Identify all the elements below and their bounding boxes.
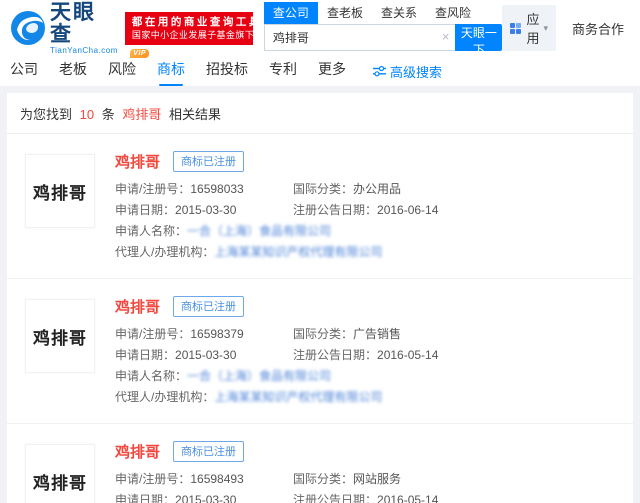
apps-label: 应用 bbox=[526, 9, 539, 47]
nav-item-risk-label: 风险 bbox=[108, 61, 136, 77]
trademark-card-body: 鸡排哥 商标已注册 申请/注册号：16598379 国际分类：广告销售 申请日期… bbox=[115, 296, 438, 408]
app-date-value: 2015-03-30 bbox=[175, 493, 236, 503]
tianyancha-logo-icon bbox=[10, 10, 46, 46]
summary-prefix: 为您找到 bbox=[20, 107, 72, 122]
caret-down-icon: ▾ bbox=[543, 23, 548, 34]
reg-no-label: 申请/注册号： bbox=[115, 182, 190, 196]
sliders-icon bbox=[373, 65, 386, 77]
summary-keyword: 鸡排哥 bbox=[122, 107, 161, 122]
tianyancha-logo[interactable]: 天眼查 TianYanCha.com bbox=[10, 2, 118, 55]
applicant-link-redacted[interactable]: 一合（上海）食品有限公司 bbox=[187, 224, 331, 238]
trademark-title-link[interactable]: 鸡排哥 bbox=[115, 441, 160, 462]
trademark-card-body: 鸡排哥 商标已注册 申请/注册号：16598493 国际分类：网站服务 申请日期… bbox=[115, 441, 438, 503]
trademark-image[interactable]: 鸡排哥 bbox=[25, 299, 95, 373]
header-right: 应用 ▾ 商务合作 bbox=[502, 5, 632, 51]
app-date-label: 申请日期： bbox=[115, 348, 175, 362]
trademark-image[interactable]: 鸡排哥 bbox=[25, 154, 95, 228]
applicant-label: 申请人名称： bbox=[115, 224, 187, 238]
trademark-card: 鸡排哥 鸡排哥 商标已注册 申请/注册号：16598493 国际分类：网站服务 … bbox=[7, 424, 633, 503]
reg-no-value: 16598493 bbox=[190, 472, 243, 486]
trademark-image[interactable]: 鸡排哥 bbox=[25, 444, 95, 503]
nav-item-boss[interactable]: 老板 bbox=[59, 59, 87, 83]
intl-class-value: 广告销售 bbox=[353, 327, 401, 341]
agent-link-redacted[interactable]: 上海某某知识产权代理有限公司 bbox=[214, 390, 382, 404]
pub-date-value: 2016-06-14 bbox=[377, 203, 438, 217]
nav-item-risk[interactable]: 风险 VIP bbox=[108, 59, 136, 83]
app-date-value: 2015-03-30 bbox=[175, 203, 236, 217]
reg-no-label: 申请/注册号： bbox=[115, 472, 190, 486]
search-input-wrap: × bbox=[264, 24, 456, 51]
summary-count: 10 bbox=[80, 107, 94, 122]
intl-class-label: 国际分类： bbox=[293, 472, 353, 486]
results-panel: 为您找到 10 条 鸡排哥 相关结果 鸡排哥 鸡排哥 商标已注册 申请/注册号：… bbox=[7, 93, 633, 503]
trademark-title-link[interactable]: 鸡排哥 bbox=[115, 151, 160, 172]
promo-line-1: 都在用的商业查询工具 bbox=[132, 16, 246, 29]
advanced-search-link[interactable]: 高级搜索 bbox=[373, 62, 442, 81]
summary-suffix: 相关结果 bbox=[169, 107, 221, 122]
applicant-link-redacted[interactable]: 一合（上海）食品有限公司 bbox=[187, 369, 331, 383]
reg-no-value: 16598379 bbox=[190, 327, 243, 341]
pub-date-label: 注册公告日期： bbox=[293, 203, 377, 217]
trademark-title-link[interactable]: 鸡排哥 bbox=[115, 296, 160, 317]
intl-class-label: 国际分类： bbox=[293, 327, 353, 341]
intl-class-label: 国际分类： bbox=[293, 182, 353, 196]
logo-text: 天眼查 TianYanCha.com bbox=[50, 2, 118, 55]
search-tab-company[interactable]: 查公司 bbox=[264, 2, 318, 24]
nav-item-patent[interactable]: 专利 bbox=[269, 59, 297, 83]
search-area: 查公司 查老板 查关系 查风险 × 天眼一下 bbox=[264, 5, 503, 51]
logo-domain: TianYanCha.com bbox=[50, 46, 118, 55]
app-date-value: 2015-03-30 bbox=[175, 348, 236, 362]
advanced-search-label: 高级搜索 bbox=[390, 62, 442, 81]
vip-badge: VIP bbox=[130, 49, 149, 58]
category-nav: 公司 老板 风险 VIP 商标 招投标 专利 更多 高级搜索 bbox=[0, 56, 640, 86]
search-tab-risk[interactable]: 查风险 bbox=[426, 2, 480, 24]
nav-item-company[interactable]: 公司 bbox=[10, 59, 38, 83]
reg-no-label: 申请/注册号： bbox=[115, 327, 190, 341]
search-tabs: 查公司 查老板 查关系 查风险 bbox=[264, 5, 503, 24]
business-cooperation-link[interactable]: 商务合作 bbox=[572, 19, 624, 38]
pub-date-label: 注册公告日期： bbox=[293, 348, 377, 362]
search-button[interactable]: 天眼一下 bbox=[455, 24, 502, 51]
apps-grid-icon bbox=[510, 23, 521, 34]
search-row: × 天眼一下 bbox=[264, 24, 503, 51]
nav-item-trademark[interactable]: 商标 bbox=[157, 59, 185, 83]
logo-title: 天眼查 bbox=[50, 2, 118, 46]
page-background: 为您找到 10 条 鸡排哥 相关结果 鸡排哥 鸡排哥 商标已注册 申请/注册号：… bbox=[0, 86, 640, 503]
intl-class-value: 网站服务 bbox=[353, 472, 401, 486]
trademark-card: 鸡排哥 鸡排哥 商标已注册 申请/注册号：16598379 国际分类：广告销售 … bbox=[7, 279, 633, 424]
pub-date-value: 2016-05-14 bbox=[377, 493, 438, 503]
promo-banner[interactable]: 都在用的商业查询工具 国家中小企业发展子基金旗下机构 bbox=[125, 12, 253, 45]
agent-label: 代理人/办理机构： bbox=[115, 245, 214, 259]
search-tab-boss[interactable]: 查老板 bbox=[318, 2, 372, 24]
trademark-card: 鸡排哥 鸡排哥 商标已注册 申请/注册号：16598033 国际分类：办公用品 … bbox=[7, 134, 633, 279]
header: 天眼查 TianYanCha.com 都在用的商业查询工具 国家中小企业发展子基… bbox=[0, 0, 640, 56]
pub-date-value: 2016-05-14 bbox=[377, 348, 438, 362]
app-date-label: 申请日期： bbox=[115, 493, 175, 503]
summary-unit: 条 bbox=[102, 107, 115, 122]
apps-button[interactable]: 应用 ▾ bbox=[502, 5, 556, 51]
status-badge: 商标已注册 bbox=[173, 441, 244, 462]
reg-no-value: 16598033 bbox=[190, 182, 243, 196]
intl-class-value: 办公用品 bbox=[353, 182, 401, 196]
status-badge: 商标已注册 bbox=[173, 151, 244, 172]
applicant-label: 申请人名称： bbox=[115, 369, 187, 383]
promo-line-2: 国家中小企业发展子基金旗下机构 bbox=[132, 29, 246, 41]
nav-item-more[interactable]: 更多 bbox=[318, 59, 346, 83]
trademark-card-body: 鸡排哥 商标已注册 申请/注册号：16598033 国际分类：办公用品 申请日期… bbox=[115, 151, 438, 263]
agent-label: 代理人/办理机构： bbox=[115, 390, 214, 404]
app-date-label: 申请日期： bbox=[115, 203, 175, 217]
pub-date-label: 注册公告日期： bbox=[293, 493, 377, 503]
agent-link-redacted[interactable]: 上海某某知识产权代理有限公司 bbox=[214, 245, 382, 259]
nav-item-bidding[interactable]: 招投标 bbox=[206, 59, 248, 83]
search-tab-relation[interactable]: 查关系 bbox=[372, 2, 426, 24]
search-input[interactable] bbox=[264, 24, 456, 51]
clear-icon[interactable]: × bbox=[442, 29, 450, 44]
status-badge: 商标已注册 bbox=[173, 296, 244, 317]
results-summary: 为您找到 10 条 鸡排哥 相关结果 bbox=[7, 93, 633, 134]
